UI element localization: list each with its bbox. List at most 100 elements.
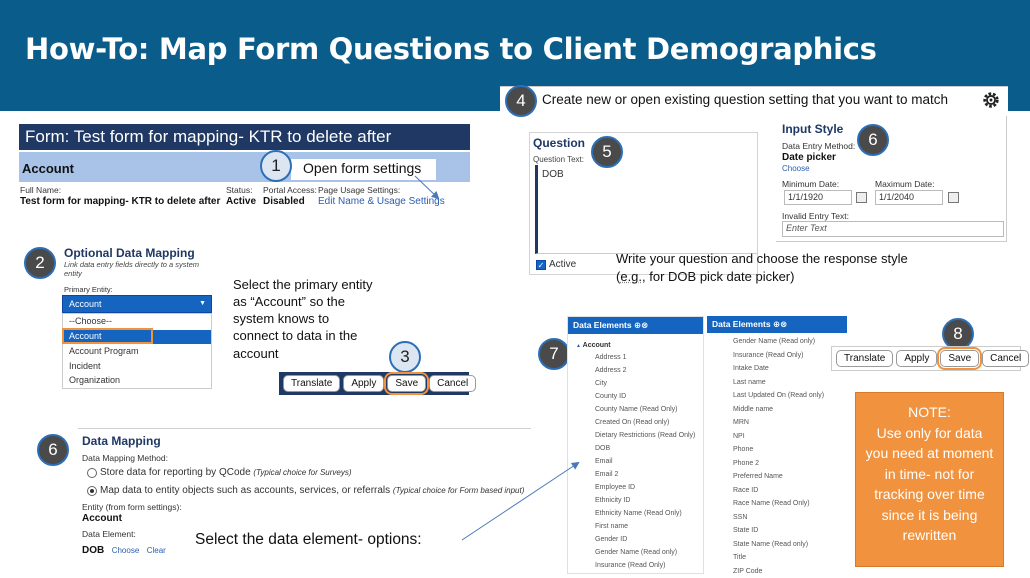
data-element-item[interactable]: Title: [733, 554, 746, 561]
primary-entity-label: Primary Entity:: [64, 285, 113, 294]
step3-badge: 3: [389, 341, 421, 373]
invalid-entry-input[interactable]: Enter Text: [782, 221, 1004, 237]
radio-entity-text: Map data to entity objects such as accou…: [100, 485, 391, 496]
data-element-item[interactable]: Preferred Name: [733, 473, 783, 480]
primary-entity-select[interactable]: Account ▼: [62, 295, 212, 313]
data-elements-header: Data Elements ⊕⊗: [707, 316, 847, 333]
data-element-item[interactable]: Phone: [733, 446, 753, 453]
data-element-item[interactable]: Ethnicity ID: [595, 497, 630, 504]
data-element-item[interactable]: State Name (Read only): [733, 541, 808, 548]
choose-method-link[interactable]: Choose: [782, 164, 810, 173]
step4-banner: Create new or open existing question set…: [500, 86, 1008, 113]
radio-qcode-hint: (Typical choice for Surveys): [253, 468, 352, 477]
status-value: Active: [226, 196, 257, 207]
data-element-item[interactable]: Gender ID: [595, 536, 627, 543]
data-element-item[interactable]: Last name: [733, 379, 766, 386]
status-label: Status:: [226, 185, 253, 195]
full-name-value: Test form for mapping- KTR to delete aft…: [20, 196, 221, 207]
data-element-item[interactable]: Email: [595, 458, 613, 465]
data-element-item[interactable]: MRN: [733, 419, 749, 426]
edit-usage-settings-link[interactable]: Edit Name & Usage Settings: [318, 196, 445, 207]
data-element-item[interactable]: SSN: [733, 514, 747, 521]
page-title: How-To: Map Form Questions to Client Dem…: [25, 32, 877, 66]
cancel-button[interactable]: Cancel: [982, 350, 1030, 367]
portal-access-value: Disabled: [263, 196, 305, 207]
optional-mapping-desc: Link data entry fields directly to a sys…: [64, 260, 200, 278]
data-elements-list-1: Data Elements ⊕⊗ ▲ Account Address 1 Addr…: [567, 316, 704, 574]
data-element-item[interactable]: State ID: [733, 527, 758, 534]
data-element-item[interactable]: NPI: [733, 433, 745, 440]
translate-button[interactable]: Translate: [836, 350, 894, 367]
step4-instruction: Create new or open existing question set…: [542, 92, 948, 107]
option-incident[interactable]: Incident: [63, 360, 211, 374]
data-element-item[interactable]: Gender Name (Read only): [595, 549, 677, 556]
calendar-icon[interactable]: [856, 192, 867, 203]
step6-badge-input: 6: [857, 124, 889, 156]
translate-button[interactable]: Translate: [283, 375, 341, 392]
expand-icon[interactable]: ⊕⊗: [634, 320, 648, 330]
data-element-item[interactable]: ZIP Code: [733, 568, 762, 575]
question-text-input[interactable]: DOB: [535, 165, 757, 254]
step7-badge: 7: [538, 338, 570, 370]
data-element-item[interactable]: Gender Name (Read only): [733, 338, 815, 345]
data-element-item[interactable]: Intake Date: [733, 365, 769, 372]
gear-icon[interactable]: [982, 91, 1000, 109]
data-element-item[interactable]: DOB: [595, 445, 610, 452]
max-date-input[interactable]: 1/1/2040: [875, 190, 943, 205]
choose-element-link[interactable]: Choose: [112, 546, 140, 555]
tree-root-account[interactable]: ▲ Account: [576, 342, 611, 349]
data-element-item[interactable]: City: [595, 380, 607, 387]
data-element-item[interactable]: Race ID: [733, 487, 758, 494]
data-element-item[interactable]: Created On (Read only): [595, 419, 669, 426]
data-element-item[interactable]: Ethnicity Name (Read Only): [595, 510, 682, 517]
option-choose[interactable]: --Choose--: [63, 315, 211, 329]
data-element-item[interactable]: Address 1: [595, 354, 627, 361]
open-settings-callout: Open form settings: [291, 159, 436, 180]
invalid-entry-label: Invalid Entry Text:: [782, 211, 849, 221]
data-element-item[interactable]: First name: [595, 523, 628, 530]
data-element-item[interactable]: Address 2: [595, 367, 627, 374]
full-name-label: Full Name:: [20, 185, 62, 195]
active-label: Active: [549, 259, 577, 270]
step2-instruction: Select the primary entity as “Account” s…: [233, 277, 373, 361]
cancel-button[interactable]: Cancel: [429, 375, 477, 392]
min-date-input[interactable]: 1/1/1920: [784, 190, 852, 205]
step4-badge: 4: [505, 85, 537, 117]
data-element-item[interactable]: Insurance (Read Only): [733, 352, 803, 359]
mapping-method-label: Data Mapping Method:: [82, 453, 168, 463]
save-button[interactable]: Save: [384, 372, 430, 395]
primary-entity-selected: Account: [69, 299, 102, 309]
active-checkbox[interactable]: ✓: [536, 260, 546, 270]
radio-entity-objects[interactable]: [87, 486, 97, 496]
data-element-item[interactable]: County ID: [595, 393, 626, 400]
apply-button[interactable]: Apply: [343, 375, 385, 392]
data-element-item[interactable]: Phone 2: [733, 460, 759, 467]
expand-icon[interactable]: ⊕⊗: [773, 319, 787, 329]
option-account-program[interactable]: Account Program: [63, 345, 211, 359]
radio-entity-label: Map data to entity objects such as accou…: [100, 485, 524, 496]
radio-qcode-text: Store data for reporting by QCode: [100, 467, 251, 478]
input-style-title: Input Style: [782, 122, 844, 136]
data-element-item[interactable]: Insurance (Read Only): [595, 562, 665, 569]
data-element-item[interactable]: Middle name: [733, 406, 773, 413]
step5-badge: 5: [591, 136, 623, 168]
optional-mapping-title: Optional Data Mapping: [64, 246, 195, 260]
apply-button[interactable]: Apply: [896, 350, 938, 367]
tree-root-label: Account: [582, 342, 611, 349]
data-element-item[interactable]: Last Updated On (Read only): [733, 392, 824, 399]
save-button[interactable]: Save: [937, 347, 983, 370]
data-element-item[interactable]: County Name (Read Only): [595, 406, 677, 413]
radio-qcode[interactable]: [87, 468, 97, 478]
step5-line1: Write your question and choose the respo…: [616, 251, 908, 266]
step5-line2-eg: e.g.: [620, 268, 643, 284]
data-element-item[interactable]: Employee ID: [595, 484, 635, 491]
option-organization[interactable]: Organization: [63, 374, 211, 388]
clear-element-link[interactable]: Clear: [147, 546, 166, 555]
tree-collapse-icon: ▲: [576, 343, 581, 349]
data-element-label: Data Element:: [82, 529, 136, 539]
data-element-item[interactable]: Race Name (Read Only): [733, 500, 810, 507]
data-element-item[interactable]: Email 2: [595, 471, 618, 478]
radio-qcode-label: Store data for reporting by QCode (Typic…: [100, 467, 352, 478]
data-element-item[interactable]: Dietary Restrictions (Read Only): [595, 432, 695, 439]
calendar-icon[interactable]: [948, 192, 959, 203]
